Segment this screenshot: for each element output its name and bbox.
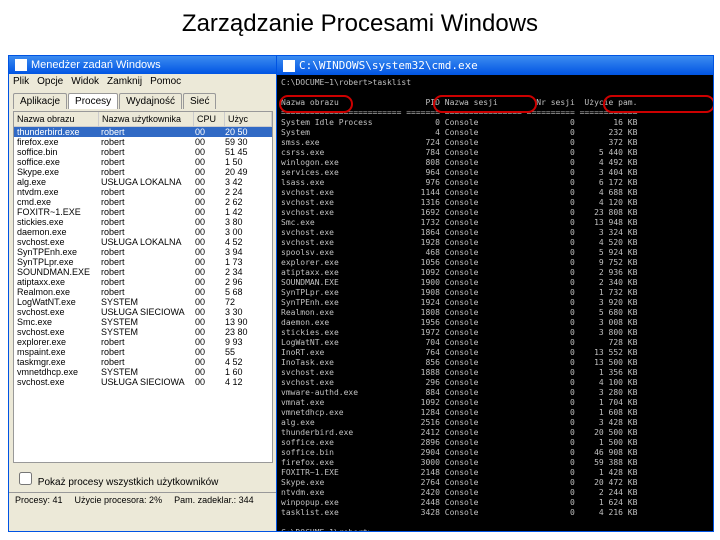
table-row[interactable]: daemon.exerobert003 00	[14, 227, 272, 237]
status-cpu: Użycie procesora: 2%	[75, 495, 163, 505]
table-row[interactable]: soffice.exerobert001 50	[14, 157, 272, 167]
menu-item[interactable]: Widok	[71, 76, 99, 87]
tab-Sieć[interactable]: Sieć	[183, 93, 216, 109]
table-row[interactable]: thunderbird.exerobert0020 50	[14, 127, 272, 137]
status-mem: Pam. zadeklar.: 344	[174, 495, 254, 505]
menu-item[interactable]: Opcje	[37, 76, 63, 87]
table-row[interactable]: svchost.exeUSŁUGA SIECIOWA003 30	[14, 307, 272, 317]
table-row[interactable]: SynTPEnh.exerobert003 94	[14, 247, 272, 257]
table-body[interactable]: thunderbird.exerobert0020 50firefox.exer…	[14, 127, 272, 387]
col-mem[interactable]: Użyc	[225, 112, 272, 126]
table-row[interactable]: stickies.exerobert003 80	[14, 217, 272, 227]
table-row[interactable]: Realmon.exerobert005 68	[14, 287, 272, 297]
taskmgr-tabs: AplikacjeProcesyWydajnośćSieć	[9, 89, 277, 109]
task-manager-window: Menedżer zadań Windows Plik Opcje Widok Zam…	[8, 55, 278, 532]
checkbox-input[interactable]	[19, 472, 32, 485]
table-row[interactable]: LogWatNT.exeSYSTEM0072	[14, 297, 272, 307]
cmd-output[interactable]: C:\DOCUME~1\robert>tasklist Nazwa obrazu…	[277, 75, 713, 532]
table-row[interactable]: alg.exeUSŁUGA LOKALNA003 42	[14, 177, 272, 187]
table-row[interactable]: FOXITR~1.EXErobert001 42	[14, 207, 272, 217]
table-row[interactable]: svchost.exeUSŁUGA SIECIOWA004 12	[14, 377, 272, 387]
table-row[interactable]: mspaint.exerobert0055	[14, 347, 272, 357]
statusbar: Procesy: 41 Użycie procesora: 2% Pam. za…	[9, 492, 277, 507]
table-row[interactable]: taskmgr.exerobert004 52	[14, 357, 272, 367]
show-all-checkbox[interactable]: Pokaż procesy wszystkich użytkowników	[9, 465, 277, 492]
cmd-icon	[283, 60, 295, 72]
table-row[interactable]: vmnetdhcp.exeSYSTEM001 60	[14, 367, 272, 377]
table-row[interactable]: svchost.exeUSŁUGA LOKALNA004 52	[14, 237, 272, 247]
table-row[interactable]: SynTPLpr.exerobert001 73	[14, 257, 272, 267]
table-row[interactable]: explorer.exerobert009 93	[14, 337, 272, 347]
cmd-title: C:\WINDOWS\system32\cmd.exe	[299, 59, 478, 72]
menu-item[interactable]: Plik	[13, 76, 29, 87]
table-row[interactable]: ntvdm.exerobert002 24	[14, 187, 272, 197]
taskmgr-menubar[interactable]: Plik Opcje Widok Zamknij Pomoc	[9, 74, 277, 89]
cmd-titlebar[interactable]: C:\WINDOWS\system32\cmd.exe	[277, 56, 713, 75]
table-row[interactable]: Smc.exeSYSTEM0013 90	[14, 317, 272, 327]
col-cpu[interactable]: CPU	[194, 112, 225, 126]
status-procs: Procesy: 41	[15, 495, 63, 505]
table-row[interactable]: soffice.binrobert0051 45	[14, 147, 272, 157]
tab-Aplikacje[interactable]: Aplikacje	[13, 93, 67, 109]
col-name[interactable]: Nazwa obrazu	[14, 112, 99, 126]
cmd-window: C:\WINDOWS\system32\cmd.exe C:\DOCUME~1\…	[276, 55, 714, 532]
tab-Procesy[interactable]: Procesy	[68, 93, 118, 109]
taskmgr-icon	[15, 59, 27, 71]
process-table: Nazwa obrazu Nazwa użytkownika CPU Użyc …	[13, 111, 273, 463]
tab-Wydajność[interactable]: Wydajność	[119, 93, 182, 109]
table-row[interactable]: firefox.exerobert0059 30	[14, 137, 272, 147]
slide-title: Zarządzanie Procesami Windows	[0, 0, 720, 44]
table-row[interactable]: Skype.exerobert0020 49	[14, 167, 272, 177]
table-row[interactable]: cmd.exerobert002 62	[14, 197, 272, 207]
table-row[interactable]: atiptaxx.exerobert002 96	[14, 277, 272, 287]
table-header[interactable]: Nazwa obrazu Nazwa użytkownika CPU Użyc	[14, 112, 272, 127]
menu-item[interactable]: Pomoc	[150, 76, 181, 87]
taskmgr-title: Menedżer zadań Windows	[31, 59, 161, 71]
table-row[interactable]: SOUNDMAN.EXErobert002 34	[14, 267, 272, 277]
taskmgr-titlebar[interactable]: Menedżer zadań Windows	[9, 56, 277, 74]
menu-item[interactable]: Zamknij	[107, 76, 142, 87]
col-user[interactable]: Nazwa użytkownika	[99, 112, 194, 126]
table-row[interactable]: svchost.exeSYSTEM0023 80	[14, 327, 272, 337]
checkbox-label: Pokaż procesy wszystkich użytkowników	[38, 477, 219, 488]
